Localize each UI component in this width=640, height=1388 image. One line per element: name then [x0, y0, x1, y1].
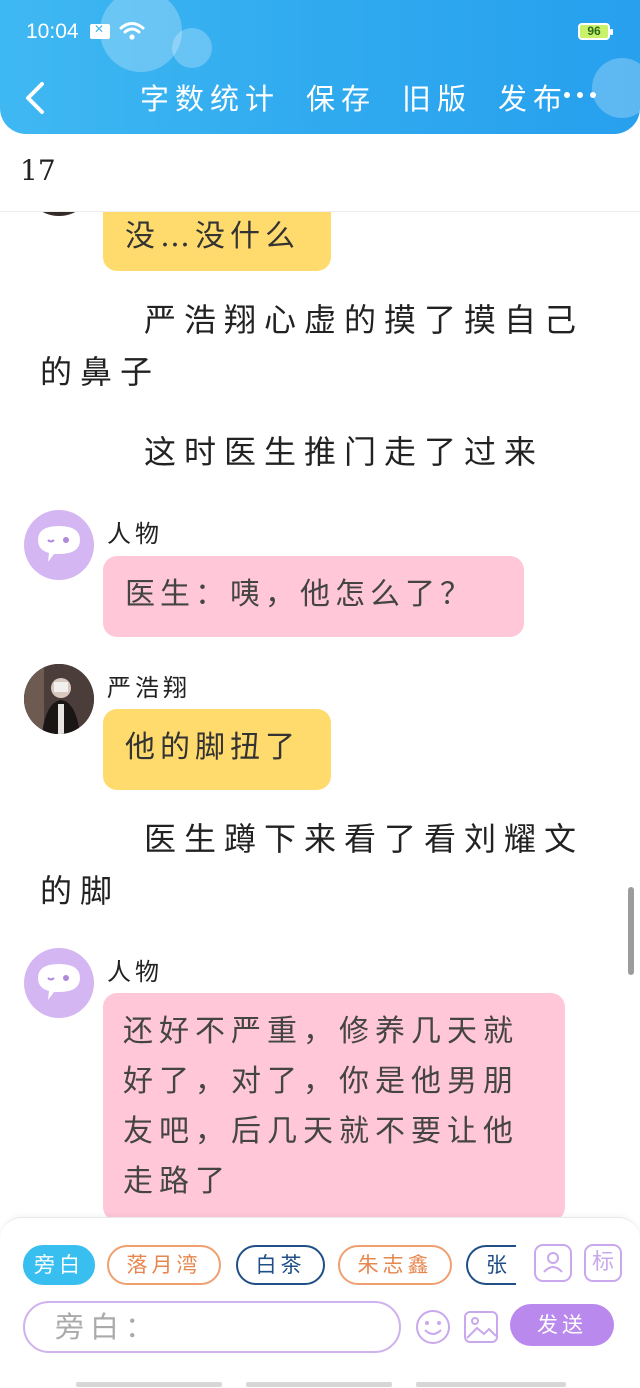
dialogue-bubble[interactable]: 还好不严重，修养几天就好了，对了，你是他男朋友吧，后几天就不要让他走路了 [103, 993, 565, 1218]
dialogue-bubble[interactable]: 医生：咦，他怎么了？ [103, 556, 524, 637]
narration-text[interactable]: 这时医生推门走了过来 [40, 426, 610, 478]
role-chip[interactable]: 白茶 [236, 1245, 325, 1285]
avatar [24, 212, 94, 216]
notification-icon [90, 22, 110, 39]
role-chip[interactable]: 朱志鑫 [338, 1245, 452, 1285]
message-input[interactable]: 旁白： [23, 1301, 401, 1353]
publish-button[interactable]: 发布 [498, 76, 568, 118]
send-button[interactable]: 发送 [510, 1304, 614, 1346]
nav-indicator [246, 1382, 392, 1387]
chat-face-icon [38, 526, 80, 562]
tag-button[interactable]: 标 [584, 1244, 622, 1282]
word-count-button[interactable]: 字数统计 [140, 76, 280, 118]
emoji-icon[interactable] [414, 1308, 452, 1346]
role-chip[interactable]: 落月湾 [107, 1245, 221, 1285]
composer-panel: 旁白 落月湾 白茶 朱志鑫 张 标 旁白： 发送 [0, 1217, 640, 1388]
narration-text[interactable]: 医生蹲下来看了看刘耀文的脚 [40, 813, 610, 917]
dialogue-bubble[interactable]: 他的脚扭了 [103, 709, 331, 790]
chapter-counter-row: 17 [0, 134, 640, 212]
role-chip[interactable]: 张 [466, 1245, 516, 1285]
nav-indicator [416, 1382, 566, 1387]
person-icon [543, 1252, 563, 1273]
speaker-name: 严浩翔 [107, 674, 191, 702]
story-content[interactable]: 没…没什么 严浩翔心虚的摸了摸自己的鼻子 这时医生推门走了过来 人物 医生：咦，… [0, 212, 640, 1218]
wifi-icon [119, 22, 145, 40]
speaker-name: 人物 [107, 958, 163, 986]
chat-face-icon [38, 964, 80, 1000]
chapter-number: 17 [20, 154, 56, 187]
status-time: 10:04 [26, 20, 79, 43]
avatar [24, 510, 94, 580]
battery-icon: 96 [578, 23, 613, 40]
battery-level: 96 [587, 24, 601, 38]
header-actions: 字数统计 保存 旧版 发布 [140, 76, 568, 118]
add-character-button[interactable] [534, 1244, 572, 1282]
back-icon[interactable] [18, 78, 54, 118]
avatar [24, 948, 94, 1018]
image-icon[interactable] [462, 1308, 500, 1346]
dialogue-bubble[interactable]: 没…没什么 [103, 212, 331, 271]
speaker-name: 人物 [107, 520, 163, 548]
person-photo [24, 664, 94, 734]
save-button[interactable]: 保存 [306, 76, 376, 118]
nav-indicator [76, 1382, 222, 1387]
old-version-button[interactable]: 旧版 [402, 76, 472, 118]
status-bar: 10:04 96 [0, 0, 640, 64]
more-options-icon[interactable] [560, 84, 600, 108]
narration-text[interactable]: 严浩翔心虚的摸了摸自己的鼻子 [40, 294, 610, 398]
avatar [24, 664, 94, 734]
top-header: 10:04 96 字数统计 保存 旧版 发布 [0, 0, 640, 134]
scrollbar-thumb[interactable] [628, 887, 634, 975]
role-chip-narrator[interactable]: 旁白 [23, 1245, 95, 1285]
